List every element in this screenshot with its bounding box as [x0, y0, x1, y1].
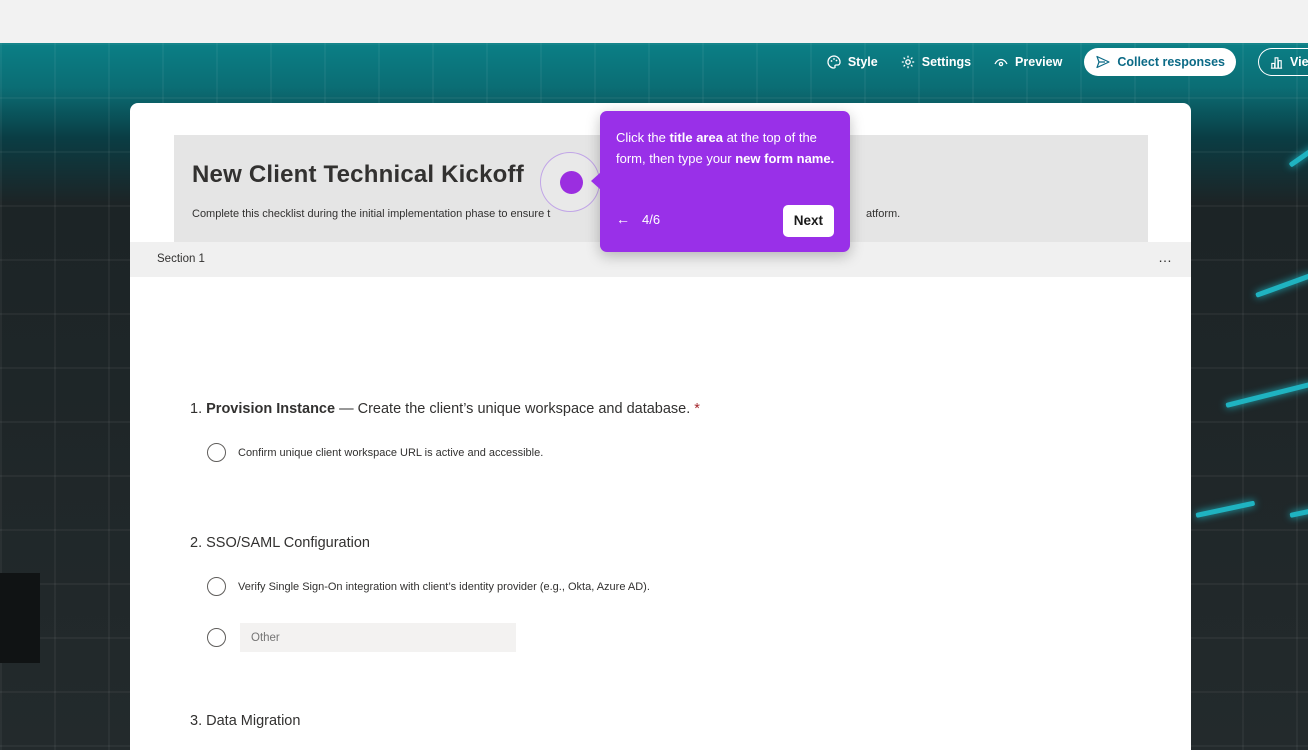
question-number: 1.: [190, 401, 203, 417]
option-label: Confirm unique client workspace URL is a…: [238, 446, 544, 459]
option-label: Verify Single Sign-On integration with c…: [238, 580, 650, 593]
eye-icon: [994, 58, 1008, 67]
radio-button[interactable]: [207, 628, 226, 647]
view-responses-label: Vie: [1290, 55, 1308, 69]
question-title-bold: Provision Instance: [206, 401, 336, 417]
radio-button[interactable]: [207, 443, 226, 462]
tour-tooltip: Click the title area at the top of the f…: [591, 111, 850, 252]
question-2-option[interactable]: Verify Single Sign-On integration with c…: [207, 577, 650, 596]
other-input[interactable]: [240, 623, 516, 652]
style-button[interactable]: Style: [826, 54, 878, 70]
tour-text-part: Click the: [616, 130, 670, 145]
settings-label: Settings: [921, 55, 972, 69]
more-options-icon[interactable]: …: [1158, 249, 1173, 265]
browser-top-strip: [0, 0, 1308, 43]
question-3-title[interactable]: 3. Data Migration: [190, 713, 300, 729]
question-title-rest: — Create the client’s unique workspace a…: [335, 401, 691, 417]
section-label: Section 1: [157, 253, 205, 265]
question-1-title[interactable]: 1. Provision Instance — Create the clien…: [190, 401, 700, 417]
palette-icon: [827, 55, 841, 69]
collect-responses-label: Collect responses: [1117, 55, 1225, 69]
send-icon: [1096, 55, 1110, 69]
question-title: SSO/SAML Configuration: [206, 535, 371, 551]
collect-responses-button[interactable]: Collect responses: [1084, 48, 1236, 76]
required-marker: *: [694, 401, 700, 417]
chart-icon: [1270, 56, 1283, 69]
tour-text-bold: new form name.: [735, 151, 835, 166]
tour-nav: ← 4/6: [616, 211, 660, 227]
gear-icon: [901, 55, 914, 69]
style-label: Style: [847, 55, 878, 69]
tour-text-bold: title area: [669, 130, 723, 145]
next-button[interactable]: Next: [782, 205, 834, 237]
view-responses-button[interactable]: Vie: [1258, 48, 1308, 76]
background-shadow-block: [0, 573, 40, 663]
settings-button[interactable]: Settings: [900, 54, 971, 70]
radio-button[interactable]: [207, 577, 226, 596]
form-description-end: atform.: [866, 208, 901, 220]
question-2-other-option[interactable]: [207, 623, 516, 652]
tour-hotspot-dot: [560, 171, 583, 194]
preview-label: Preview: [1015, 55, 1063, 69]
question-number: 2.: [190, 535, 203, 551]
question-2-title[interactable]: 2. SSO/SAML Configuration: [190, 535, 370, 551]
question-number: 3.: [190, 713, 203, 729]
back-arrow-icon[interactable]: ←: [616, 211, 630, 227]
form-toolbar: Style Settings Preview Collect responses…: [826, 48, 1308, 76]
form-description-start: Complete this checklist during the initi…: [192, 208, 551, 220]
tour-tooltip-text: Click the title area at the top of the f…: [616, 127, 836, 169]
preview-button[interactable]: Preview: [993, 54, 1062, 70]
question-1-option[interactable]: Confirm unique client workspace URL is a…: [207, 443, 543, 462]
form-title[interactable]: New Client Technical Kickoff: [192, 161, 524, 189]
question-title: Data Migration: [206, 713, 301, 729]
tour-step-counter: 4/6: [642, 211, 661, 227]
form-description[interactable]: Complete this checklist during the initi…: [192, 208, 900, 220]
